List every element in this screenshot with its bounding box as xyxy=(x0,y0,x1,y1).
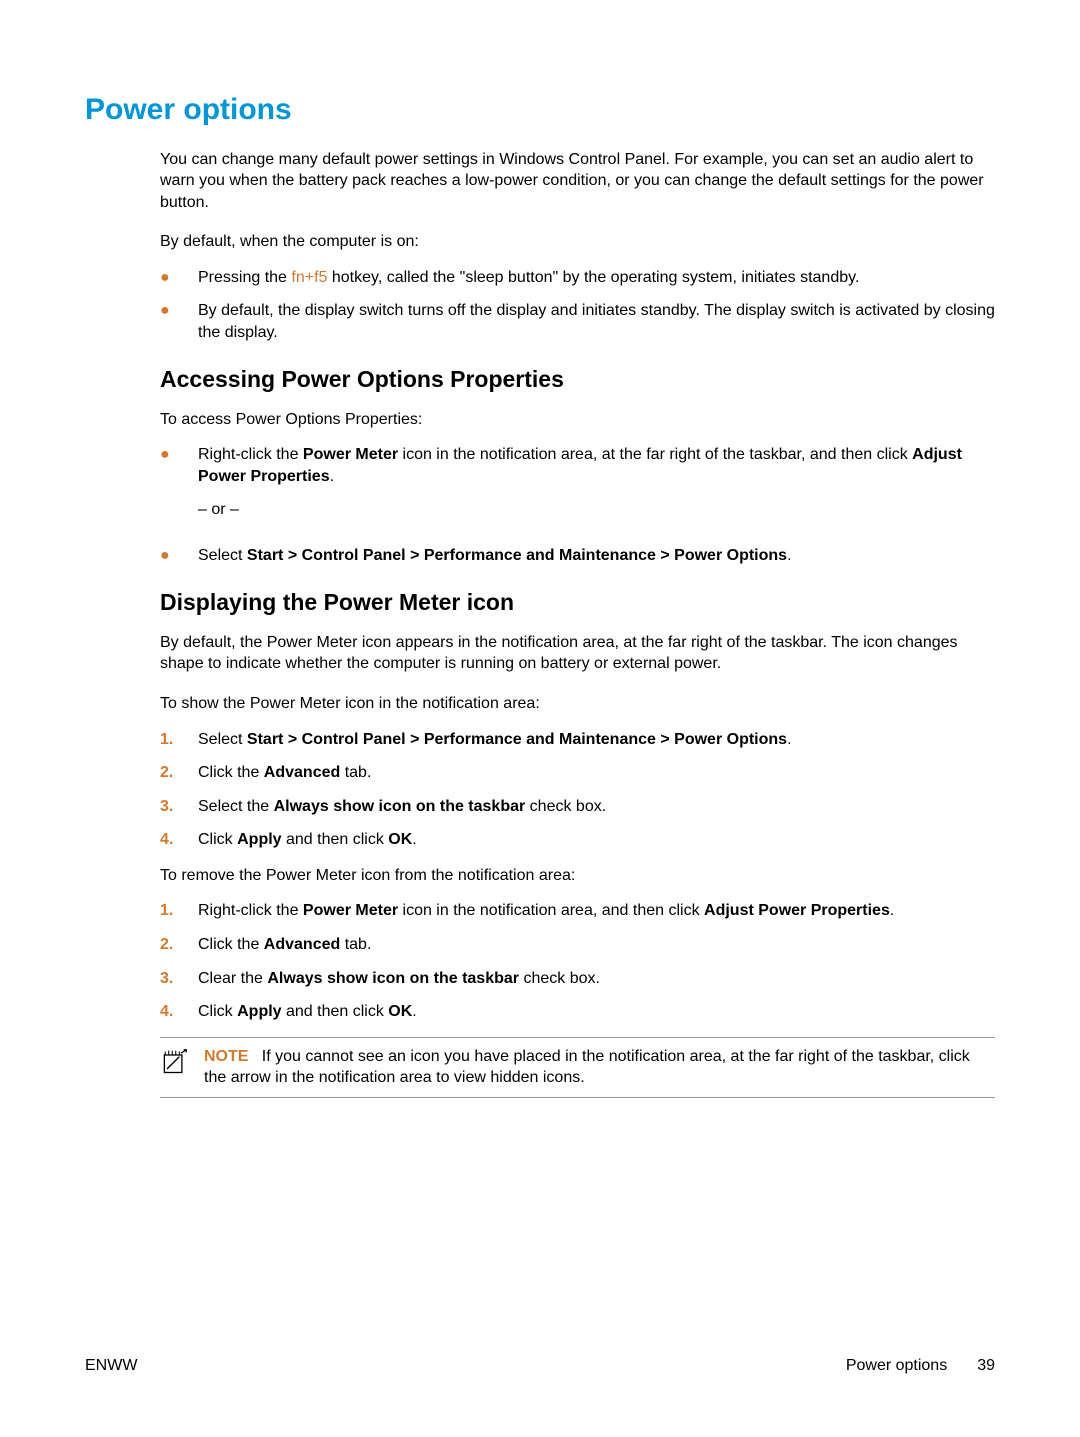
bold-text: Advanced xyxy=(264,764,340,781)
text: Click the xyxy=(198,936,264,953)
text: and then click xyxy=(282,831,389,848)
text: Select xyxy=(198,731,247,748)
bold-text: Start > Control Panel > Performance and … xyxy=(247,731,787,748)
bold-text: OK xyxy=(388,1003,412,1020)
list-item: 1.Select Start > Control Panel > Perform… xyxy=(160,729,995,751)
note-box: NOTE If you cannot see an icon you have … xyxy=(160,1037,995,1098)
bullet-icon: ● xyxy=(160,300,198,322)
or-separator: – or – xyxy=(198,499,995,521)
section-heading-1: Accessing Power Options Properties xyxy=(160,364,995,395)
page-footer: ENWW Power options 39 xyxy=(85,1355,995,1377)
bullet-list-2: ● Right-click the Power Meter icon in th… xyxy=(160,444,995,566)
hotkey-text: fn+f5 xyxy=(291,269,327,286)
text: check box. xyxy=(519,970,600,987)
number-marker: 3. xyxy=(160,796,198,818)
text: . xyxy=(330,468,334,485)
sec2-lead2: To show the Power Meter icon in the noti… xyxy=(160,693,995,715)
list-item: 4.Click Apply and then click OK. xyxy=(160,829,995,851)
number-marker: 2. xyxy=(160,934,198,956)
note-label: NOTE xyxy=(204,1048,248,1065)
text: hotkey, called the "sleep button" by the… xyxy=(327,269,859,286)
text: . xyxy=(890,902,894,919)
list-item: 2.Click the Advanced tab. xyxy=(160,762,995,784)
text: tab. xyxy=(340,936,371,953)
text: Clear the xyxy=(198,970,267,987)
bold-text: Always show icon on the taskbar xyxy=(267,970,519,987)
list-item: ● Right-click the Power Meter icon in th… xyxy=(160,444,995,533)
sec2-lead3: To remove the Power Meter icon from the … xyxy=(160,865,995,887)
numbered-list-show: 1.Select Start > Control Panel > Perform… xyxy=(160,729,995,851)
text: and then click xyxy=(282,1003,389,1020)
text: Pressing the xyxy=(198,269,291,286)
page-number: 39 xyxy=(977,1355,995,1377)
text: . xyxy=(787,547,791,564)
list-item: 2.Click the Advanced tab. xyxy=(160,934,995,956)
footer-left: ENWW xyxy=(85,1355,137,1377)
text: check box. xyxy=(525,798,606,815)
text: Click xyxy=(198,1003,237,1020)
numbered-list-remove: 1.Right-click the Power Meter icon in th… xyxy=(160,900,995,1022)
bold-text: Advanced xyxy=(264,936,340,953)
number-marker: 1. xyxy=(160,900,198,922)
bullet-icon: ● xyxy=(160,267,198,289)
list-item: ● Select Start > Control Panel > Perform… xyxy=(160,545,995,567)
text: . xyxy=(787,731,791,748)
bold-text: Power Meter xyxy=(303,902,398,919)
bold-text: Apply xyxy=(237,1003,281,1020)
bold-text: Power Meter xyxy=(303,446,398,463)
text: By default, the display switch turns off… xyxy=(198,300,995,343)
text: . xyxy=(412,1003,416,1020)
note-icon xyxy=(160,1046,188,1083)
note-text: If you cannot see an icon you have place… xyxy=(204,1048,970,1087)
intro-paragraph: You can change many default power settin… xyxy=(160,149,995,214)
page-title: Power options xyxy=(85,90,995,131)
lead-1: By default, when the computer is on: xyxy=(160,231,995,253)
bold-text: Apply xyxy=(237,831,281,848)
text: icon in the notification area, at the fa… xyxy=(398,446,912,463)
number-marker: 4. xyxy=(160,829,198,851)
bold-text: Always show icon on the taskbar xyxy=(274,798,526,815)
number-marker: 1. xyxy=(160,729,198,751)
number-marker: 3. xyxy=(160,968,198,990)
text: Click xyxy=(198,831,237,848)
bold-text: OK xyxy=(388,831,412,848)
list-item: 4.Click Apply and then click OK. xyxy=(160,1001,995,1023)
list-item: 3.Clear the Always show icon on the task… xyxy=(160,968,995,990)
number-marker: 4. xyxy=(160,1001,198,1023)
list-item: ● By default, the display switch turns o… xyxy=(160,300,995,343)
number-marker: 2. xyxy=(160,762,198,784)
text: Select the xyxy=(198,798,274,815)
text: Click the xyxy=(198,764,264,781)
text: Select xyxy=(198,547,247,564)
bold-text: Start > Control Panel > Performance and … xyxy=(247,547,787,564)
sec1-lead: To access Power Options Properties: xyxy=(160,409,995,431)
text: . xyxy=(412,831,416,848)
list-item: 3.Select the Always show icon on the tas… xyxy=(160,796,995,818)
bullet-list-1: ● Pressing the fn+f5 hotkey, called the … xyxy=(160,267,995,344)
footer-section-label: Power options xyxy=(846,1355,947,1377)
bullet-icon: ● xyxy=(160,444,198,466)
section-heading-2: Displaying the Power Meter icon xyxy=(160,587,995,618)
bullet-icon: ● xyxy=(160,545,198,567)
sec2-p1: By default, the Power Meter icon appears… xyxy=(160,632,995,675)
text: icon in the notification area, and then … xyxy=(398,902,704,919)
text: tab. xyxy=(340,764,371,781)
list-item: 1.Right-click the Power Meter icon in th… xyxy=(160,900,995,922)
text: Right-click the xyxy=(198,446,303,463)
text: Right-click the xyxy=(198,902,303,919)
bold-text: Adjust Power Properties xyxy=(704,902,890,919)
list-item: ● Pressing the fn+f5 hotkey, called the … xyxy=(160,267,995,289)
